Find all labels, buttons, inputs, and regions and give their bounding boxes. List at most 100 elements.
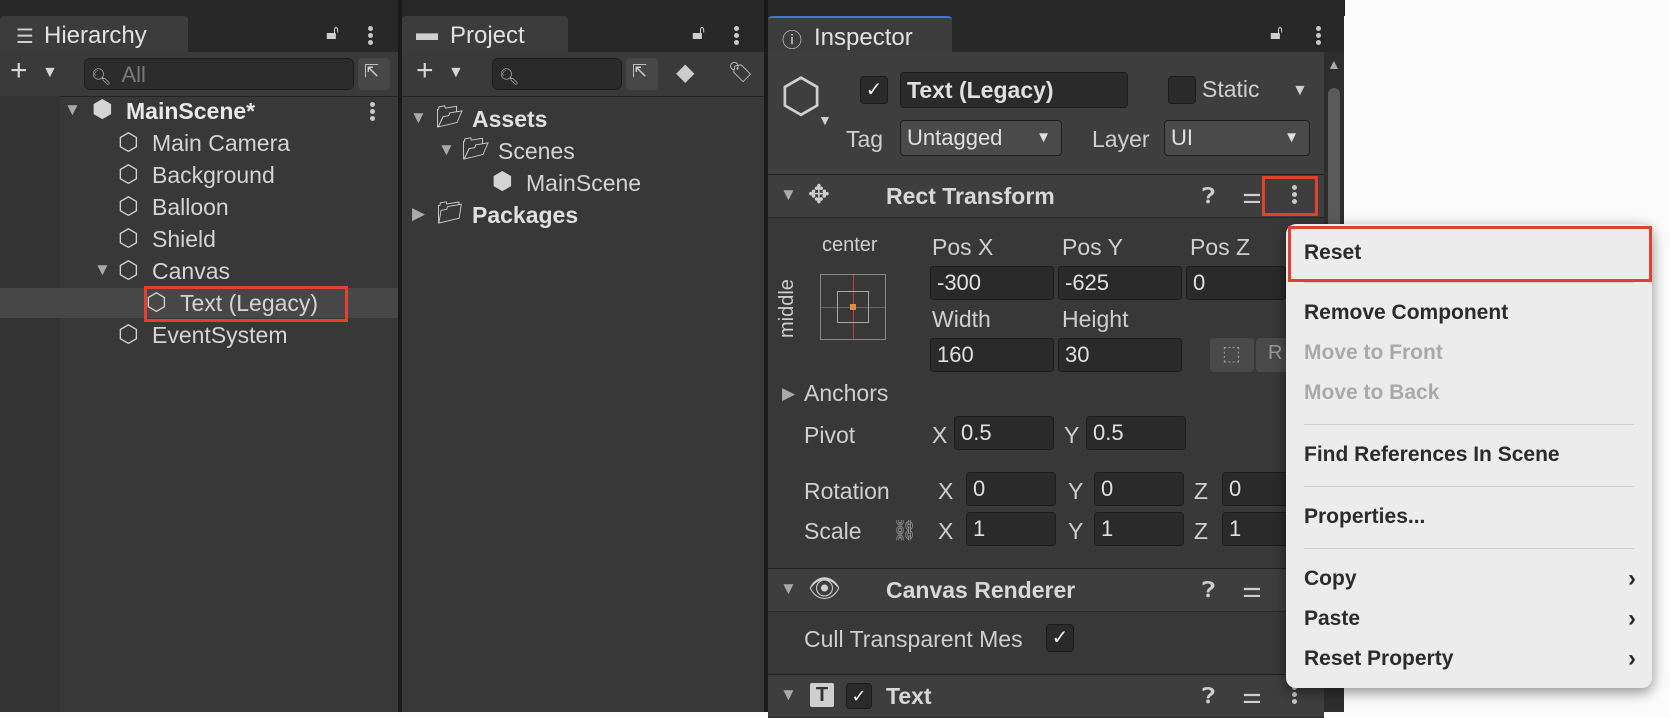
- filter-by-type-icon[interactable]: ◆: [676, 58, 694, 87]
- help-icon[interactable]: ❓︎: [1202, 683, 1215, 709]
- project-menu-icon[interactable]: [734, 24, 740, 47]
- tag-dropdown[interactable]: Untagged ▼: [900, 120, 1062, 156]
- expand-triangle-icon[interactable]: ▼: [780, 685, 797, 705]
- scale-z-field[interactable]: 1: [1222, 512, 1292, 546]
- rotation-x-field[interactable]: 0: [966, 472, 1056, 506]
- info-icon: ⓘ: [782, 30, 802, 52]
- rotation-z-field[interactable]: 0: [1222, 472, 1292, 506]
- chevron-down-icon[interactable]: ▼: [818, 112, 832, 128]
- tab-project[interactable]: ▬ Project: [402, 16, 568, 52]
- tree-item-label: Balloon: [152, 194, 229, 220]
- presets-icon[interactable]: ⚌: [1242, 577, 1262, 603]
- layer-dropdown[interactable]: UI ▼: [1164, 120, 1310, 156]
- search-icon: 🔍︎: [91, 69, 112, 86]
- axis-y-label: Y: [1068, 478, 1084, 504]
- chevron-right-icon: ›: [1628, 645, 1636, 672]
- menu-item-paste[interactable]: Paste ›: [1286, 600, 1652, 638]
- cull-transparent-checkbox[interactable]: ✓: [1046, 624, 1074, 652]
- menu-separator: [1304, 282, 1634, 283]
- popout-button[interactable]: ⇱: [626, 58, 658, 90]
- tree-item-shield[interactable]: ⬡ Shield: [0, 224, 398, 254]
- presets-icon[interactable]: ⚌: [1242, 183, 1262, 209]
- expand-triangle-icon[interactable]: ▼: [94, 260, 111, 280]
- help-icon[interactable]: ❓︎: [1202, 577, 1215, 603]
- presets-icon[interactable]: ⚌: [1242, 683, 1262, 709]
- active-checkbox[interactable]: ✓: [860, 76, 888, 104]
- menu-item-find-references[interactable]: Find References In Scene: [1286, 436, 1652, 474]
- expand-triangle-icon[interactable]: ▼: [410, 108, 427, 128]
- expand-triangle-icon[interactable]: ▼: [780, 579, 797, 599]
- chevron-down-icon[interactable]: ▼: [1292, 82, 1308, 100]
- scene-label: MainScene*: [126, 98, 256, 124]
- tab-inspector[interactable]: ⓘ Inspector: [768, 16, 952, 54]
- menu-item-remove-component[interactable]: Remove Component: [1286, 294, 1652, 332]
- posz-field[interactable]: 0: [1186, 266, 1286, 300]
- expand-triangle-icon[interactable]: ▶: [782, 384, 795, 404]
- canvas-renderer-header[interactable]: ▼ 👁︎ Canvas Renderer ❓︎ ⚌: [768, 568, 1324, 612]
- pivot-x-field[interactable]: 0.5: [954, 416, 1054, 450]
- tree-item-mainscene-asset[interactable]: ⬢ MainScene: [402, 168, 764, 198]
- add-icon[interactable]: +: [416, 54, 434, 88]
- scene-row[interactable]: ▼ ⬢ MainScene*: [0, 96, 398, 126]
- hierarchy-search-input[interactable]: 🔍︎ All: [84, 58, 354, 90]
- scale-y-field[interactable]: 1: [1094, 512, 1184, 546]
- inspector-panel: ⓘ Inspector 🔓︎ ⬡ ▼ ✓ Text (Legacy) Stati…: [768, 0, 1344, 718]
- inspector-menu-icon[interactable]: [1316, 24, 1322, 47]
- tree-item-eventsystem[interactable]: ⬡ EventSystem: [0, 320, 398, 350]
- anchor-presets-button[interactable]: [820, 274, 886, 340]
- text-enabled-checkbox[interactable]: ✓: [846, 683, 872, 709]
- tree-item-background[interactable]: ⬡ Background: [0, 160, 398, 190]
- width-field[interactable]: 160: [930, 338, 1054, 372]
- help-icon[interactable]: ❓︎: [1202, 183, 1215, 209]
- menu-item-properties[interactable]: Properties...: [1286, 498, 1652, 536]
- project-search-input[interactable]: 🔍︎: [492, 58, 622, 90]
- eye-icon: 👁︎: [808, 573, 842, 603]
- blueprint-mode-button[interactable]: ⬚: [1210, 338, 1254, 372]
- scene-visibility-button[interactable]: ⇱: [358, 58, 390, 90]
- menu-item-label: Move to Back: [1304, 381, 1440, 404]
- tree-item-scenes[interactable]: ▼ 📂︎ Scenes: [402, 136, 764, 166]
- pivot-y-field[interactable]: 0.5: [1086, 416, 1186, 450]
- chevron-down-icon[interactable]: ▼: [42, 64, 58, 82]
- component-context-menu: Reset Remove Component Move to Front Mov…: [1286, 224, 1652, 688]
- hierarchy-menu-icon[interactable]: [368, 24, 374, 47]
- tree-item-main-camera[interactable]: ⬡ Main Camera: [0, 128, 398, 158]
- filter-by-label-icon[interactable]: 🏷︎: [728, 60, 753, 85]
- lock-icon[interactable]: 🔓︎: [326, 22, 339, 45]
- height-field[interactable]: 30: [1058, 338, 1182, 372]
- tab-hierarchy[interactable]: ☰ Hierarchy: [0, 16, 188, 52]
- expand-triangle-icon[interactable]: ▼: [64, 100, 81, 120]
- tree-item-canvas[interactable]: ▼ ⬡ Canvas: [0, 256, 398, 286]
- posy-field[interactable]: -625: [1058, 266, 1182, 300]
- scene-menu-icon[interactable]: [370, 100, 376, 123]
- posx-field[interactable]: -300: [930, 266, 1054, 300]
- rect-transform-header[interactable]: ▼ ✥ Rect Transform ❓︎ ⚌: [768, 174, 1324, 218]
- gameobject-icon: ⬡: [118, 129, 139, 156]
- expand-triangle-icon[interactable]: ▼: [780, 185, 797, 205]
- scroll-up-icon[interactable]: ▲: [1327, 56, 1341, 72]
- constrain-proportions-icon[interactable]: ⛓: [892, 518, 917, 543]
- gameobject-icon[interactable]: ⬡: [780, 68, 822, 124]
- anchors-label[interactable]: Anchors: [804, 380, 888, 407]
- tree-item-balloon[interactable]: ⬡ Balloon: [0, 192, 398, 222]
- rotation-y-field[interactable]: 0: [1094, 472, 1184, 506]
- text-component-header[interactable]: ▼ T ✓ Text ❓︎ ⚌: [768, 674, 1324, 718]
- menu-item-copy[interactable]: Copy ›: [1286, 560, 1652, 598]
- tree-item-packages[interactable]: ▶ 📁︎ Packages: [402, 200, 764, 230]
- folder-icon: ▬: [416, 20, 438, 45]
- scale-x-field[interactable]: 1: [966, 512, 1056, 546]
- lock-icon[interactable]: 🔓︎: [692, 22, 705, 45]
- object-name-field[interactable]: Text (Legacy): [900, 72, 1128, 108]
- chevron-down-icon[interactable]: ▼: [448, 64, 464, 82]
- expand-triangle-icon[interactable]: ▶: [412, 204, 425, 224]
- menu-item-move-to-front[interactable]: Move to Front: [1286, 334, 1652, 372]
- add-icon[interactable]: +: [10, 54, 28, 88]
- tree-item-assets[interactable]: ▼ 📂︎ Assets: [402, 104, 764, 134]
- menu-item-reset-property[interactable]: Reset Property ›: [1286, 640, 1652, 678]
- menu-item-move-to-back[interactable]: Move to Back: [1286, 374, 1652, 412]
- expand-triangle-icon[interactable]: ▼: [438, 140, 455, 160]
- lock-icon[interactable]: 🔓︎: [1270, 22, 1283, 45]
- layer-label: Layer: [1092, 126, 1150, 152]
- static-checkbox[interactable]: [1168, 76, 1196, 104]
- tab-inspector-label: Inspector: [814, 24, 913, 51]
